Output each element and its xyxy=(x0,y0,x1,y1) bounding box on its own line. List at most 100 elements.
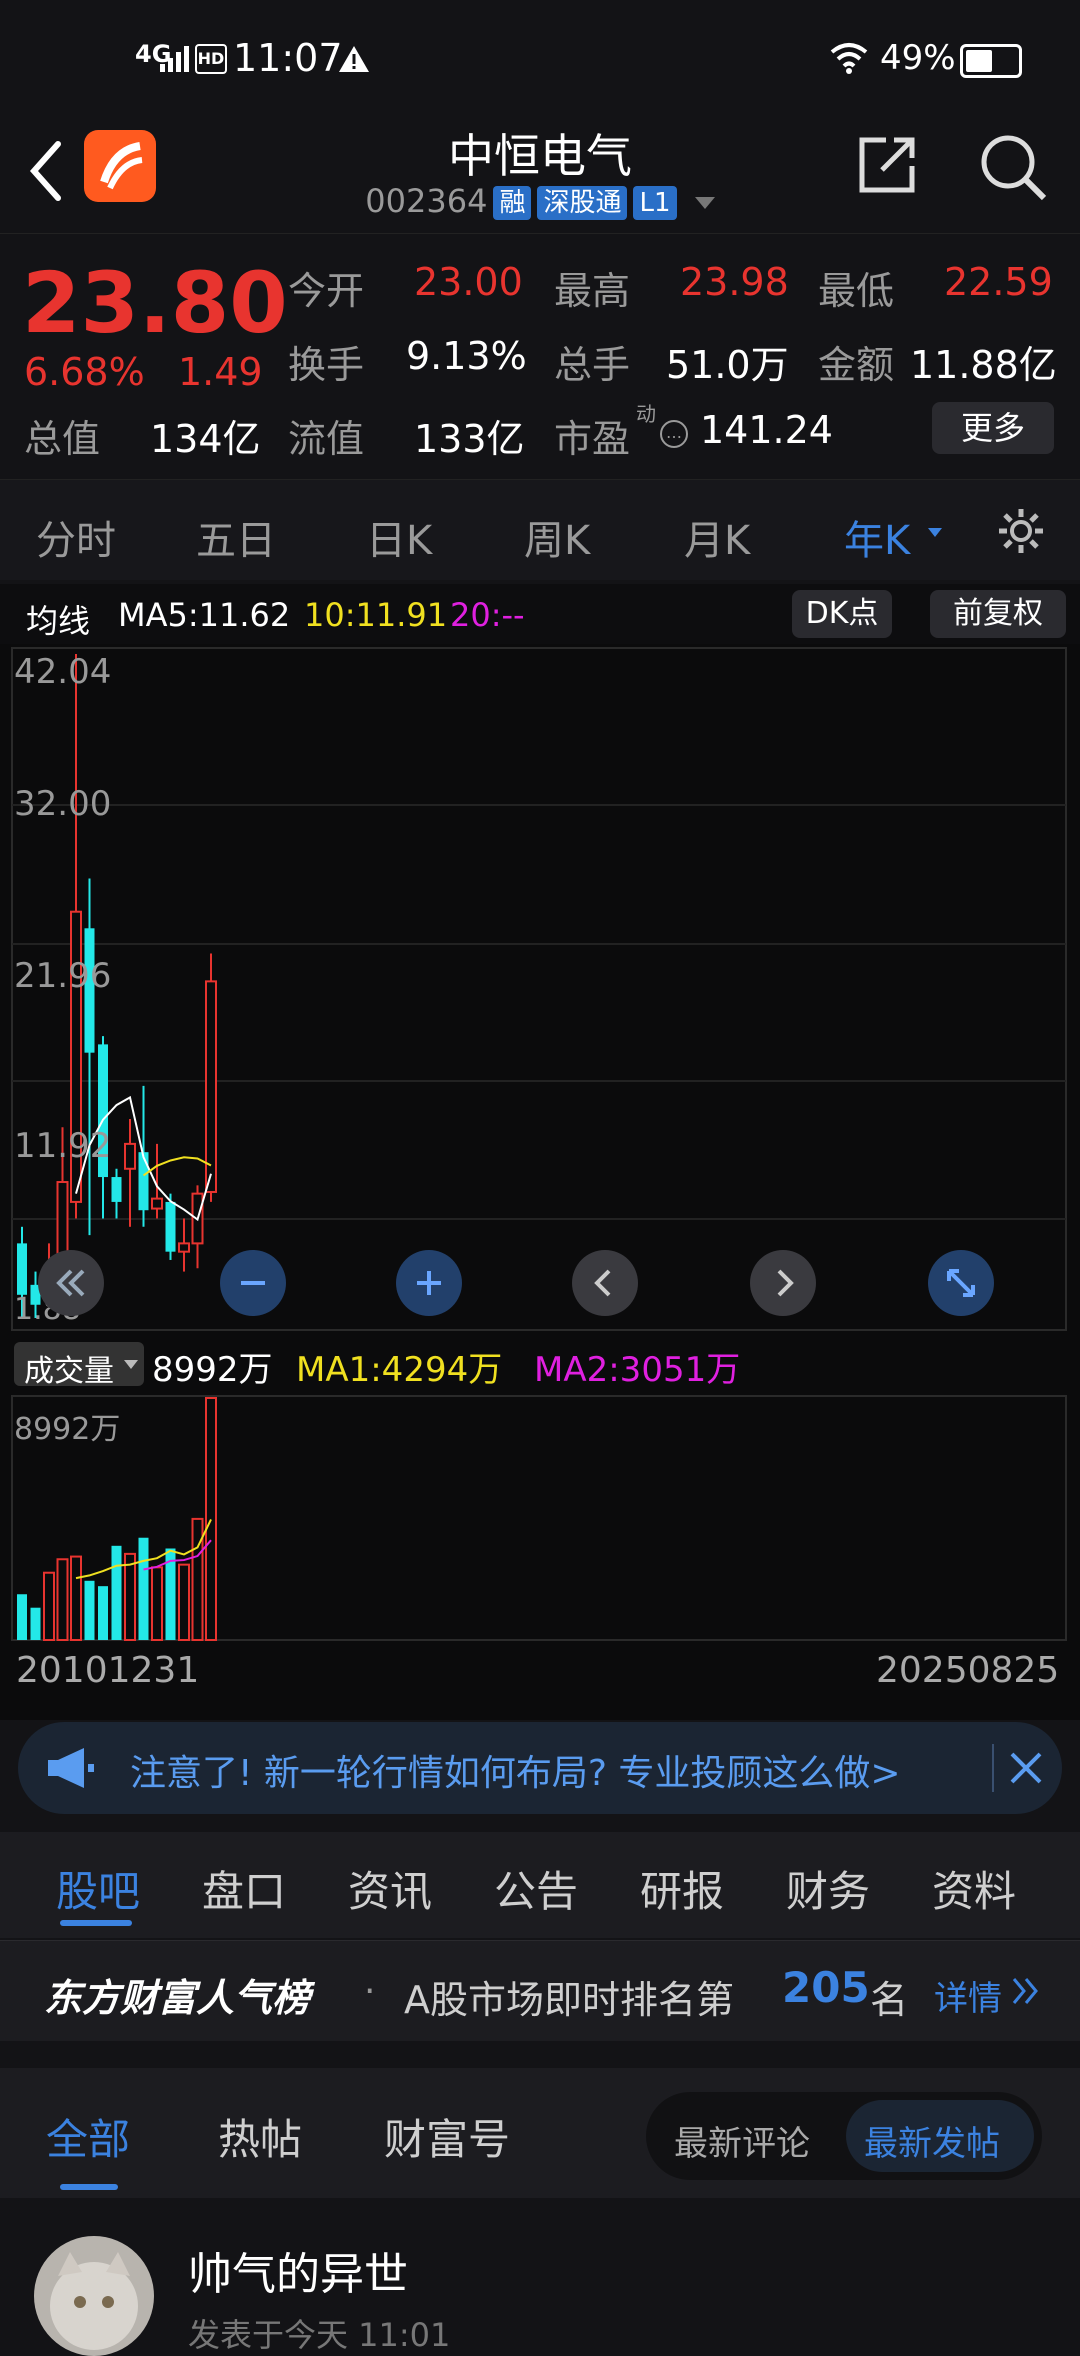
adjust-button[interactable]: 前复权 xyxy=(930,590,1066,638)
caret-down-icon xyxy=(124,1360,138,1369)
rank-detail-link[interactable]: 详情 xyxy=(934,1971,1002,2020)
tab-announcements[interactable]: 公告 xyxy=(494,1858,578,1919)
value-open: 23.00 xyxy=(414,260,523,304)
rank-number: 205 xyxy=(782,1963,870,2012)
info-icon[interactable]: … xyxy=(660,420,688,448)
fullscreen-icon[interactable] xyxy=(928,1250,994,1316)
value-market-cap: 134亿 xyxy=(150,417,261,461)
rewind-icon[interactable] xyxy=(38,1250,104,1316)
zoom-in-icon[interactable] xyxy=(396,1250,462,1316)
label-high: 最高 xyxy=(554,269,631,313)
sort-latest-comment[interactable]: 最新评论 xyxy=(674,2116,810,2165)
volume-label: 成交量 xyxy=(24,1354,114,1389)
tab-intraday[interactable]: 分时 xyxy=(36,508,116,566)
stock-code-line: 002364 融深股通 L1 xyxy=(0,182,1080,220)
volume-bar xyxy=(191,1517,204,1641)
volume-max-label: 8992万 xyxy=(14,1412,121,1447)
change-amount: 1.49 xyxy=(178,350,263,394)
y-label-max: 42.04 xyxy=(14,652,112,692)
tab-financials[interactable]: 财务 xyxy=(786,1858,870,1919)
date-end: 20250825 xyxy=(876,1650,1060,1691)
search-icon[interactable] xyxy=(978,132,1048,202)
tab-forum[interactable]: 股吧 xyxy=(56,1858,140,1919)
volume-selector[interactable]: 成交量 xyxy=(14,1342,144,1389)
tab-weekly-k[interactable]: 周K xyxy=(524,508,590,566)
ma10-value: 10:11.91 xyxy=(304,596,448,634)
popularity-rank[interactable]: 东方财富人气榜 · A股市场即时排名第 205 名 详情 xyxy=(0,1940,1080,2041)
battery-percent: 49% xyxy=(880,38,956,78)
title-bar: 中恒电气 002364 融深股通 L1 xyxy=(0,120,1080,232)
feed-tabs: 全部 热帖 财富号 最新评论 最新发帖 xyxy=(0,2068,1080,2198)
tab-orderbook[interactable]: 盘口 xyxy=(202,1858,286,1919)
post-author[interactable]: 帅气的异世 xyxy=(188,2238,408,2302)
tab-yearly-k[interactable]: 年K xyxy=(844,508,910,566)
chevron-right-icon[interactable] xyxy=(750,1250,816,1316)
rank-brand: 东方财富人气榜 xyxy=(44,1976,311,2020)
chevron-left-icon[interactable] xyxy=(572,1250,638,1316)
volume-panel: 成交量 8992万 MA1:4294万 MA2:3051万 8992万 2010… xyxy=(0,1334,1080,1720)
feed-tab-wealth[interactable]: 财富号 xyxy=(384,2106,510,2167)
ma-label: 均线 xyxy=(26,602,91,640)
volume-bar xyxy=(84,1580,95,1640)
quote-panel: 23.80 6.68% 1.49 今开 23.00 最高 23.98 最低 22… xyxy=(0,233,1080,480)
value-low: 22.59 xyxy=(944,260,1053,304)
warning-icon xyxy=(339,46,369,72)
double-chevron-right-icon xyxy=(1012,1978,1038,2004)
signal-icon xyxy=(160,46,189,72)
close-icon[interactable] xyxy=(1006,1748,1046,1788)
sort-toggle: 最新评论 最新发帖 xyxy=(646,2092,1042,2180)
gear-icon[interactable] xyxy=(996,506,1046,556)
volume-ma2: MA2:3051万 xyxy=(534,1350,741,1390)
kline-chart[interactable]: 42.04 32.00 21.96 11.92 1.88 xyxy=(0,644,1080,1334)
rank-text: A股市场即时排名第 xyxy=(404,1978,734,2022)
change-percent: 6.68% xyxy=(24,350,145,394)
volume-ma1: MA1:4294万 xyxy=(296,1350,503,1390)
tab-monthly-k[interactable]: 月K xyxy=(684,508,750,566)
clock: 11:07 xyxy=(233,36,343,80)
rank-dot: · xyxy=(364,1971,376,2012)
date-start: 20101231 xyxy=(16,1650,200,1691)
feed-tab-all[interactable]: 全部 xyxy=(46,2106,130,2167)
candle-body xyxy=(138,1152,149,1211)
megaphone-icon xyxy=(48,1748,94,1788)
candle-body xyxy=(205,980,217,1193)
ma10-line xyxy=(142,1156,212,1177)
kline-svg xyxy=(11,647,1067,1331)
battery-icon xyxy=(960,44,1022,78)
sort-active-pill[interactable]: 最新发帖 xyxy=(846,2100,1034,2172)
info-tabs: 股吧 盘口 资讯 公告 研报 财务 资料 xyxy=(0,1832,1080,1938)
value-turnover: 9.13% xyxy=(406,334,527,378)
y-label-4: 11.92 xyxy=(14,1126,112,1166)
tag-connect: 深股通 xyxy=(537,186,628,220)
chevron-down-icon[interactable] xyxy=(694,197,715,209)
dk-button[interactable]: DK点 xyxy=(792,590,892,638)
zoom-out-icon[interactable] xyxy=(220,1250,286,1316)
chart-tabs: 分时 五日 日K 周K 月K 年K xyxy=(0,480,1080,580)
promo-banner[interactable]: 注意了! 新一轮行情如何布局? 专业投顾这么做> xyxy=(18,1722,1062,1814)
more-button[interactable]: 更多 xyxy=(932,402,1054,454)
tab-research[interactable]: 研报 xyxy=(640,1858,724,1919)
tag-level: L1 xyxy=(633,186,677,220)
stock-name: 中恒电气 xyxy=(448,129,632,183)
value-volume: 51.0万 xyxy=(666,343,789,387)
sort-latest-post: 最新发帖 xyxy=(864,2124,1000,2164)
candle-body xyxy=(151,1197,163,1210)
feed-tab-hot[interactable]: 热帖 xyxy=(218,2106,302,2167)
candle-body xyxy=(111,1177,122,1202)
volume-svg xyxy=(11,1395,1067,1642)
status-bar: 4G HD 11:07 49% xyxy=(0,0,1080,120)
avatar[interactable] xyxy=(34,2236,154,2356)
value-amount: 11.88亿 xyxy=(910,343,1057,387)
hd-icon: HD xyxy=(195,44,227,74)
volume-bar xyxy=(151,1566,163,1641)
tab-five-day[interactable]: 五日 xyxy=(196,508,276,566)
label-float-cap: 流值 xyxy=(288,417,365,461)
tab-daily-k[interactable]: 日K xyxy=(366,508,432,566)
tab-news[interactable]: 资讯 xyxy=(348,1858,432,1919)
post-item[interactable]: 帅气的异世 发表于今天 11:01 xyxy=(0,2200,1080,2356)
volume-bar xyxy=(205,1397,217,1641)
tab-profile[interactable]: 资料 xyxy=(932,1858,1016,1919)
rank-unit: 名 xyxy=(870,1978,909,2022)
share-icon[interactable] xyxy=(856,134,918,196)
volume-bar xyxy=(138,1537,149,1640)
